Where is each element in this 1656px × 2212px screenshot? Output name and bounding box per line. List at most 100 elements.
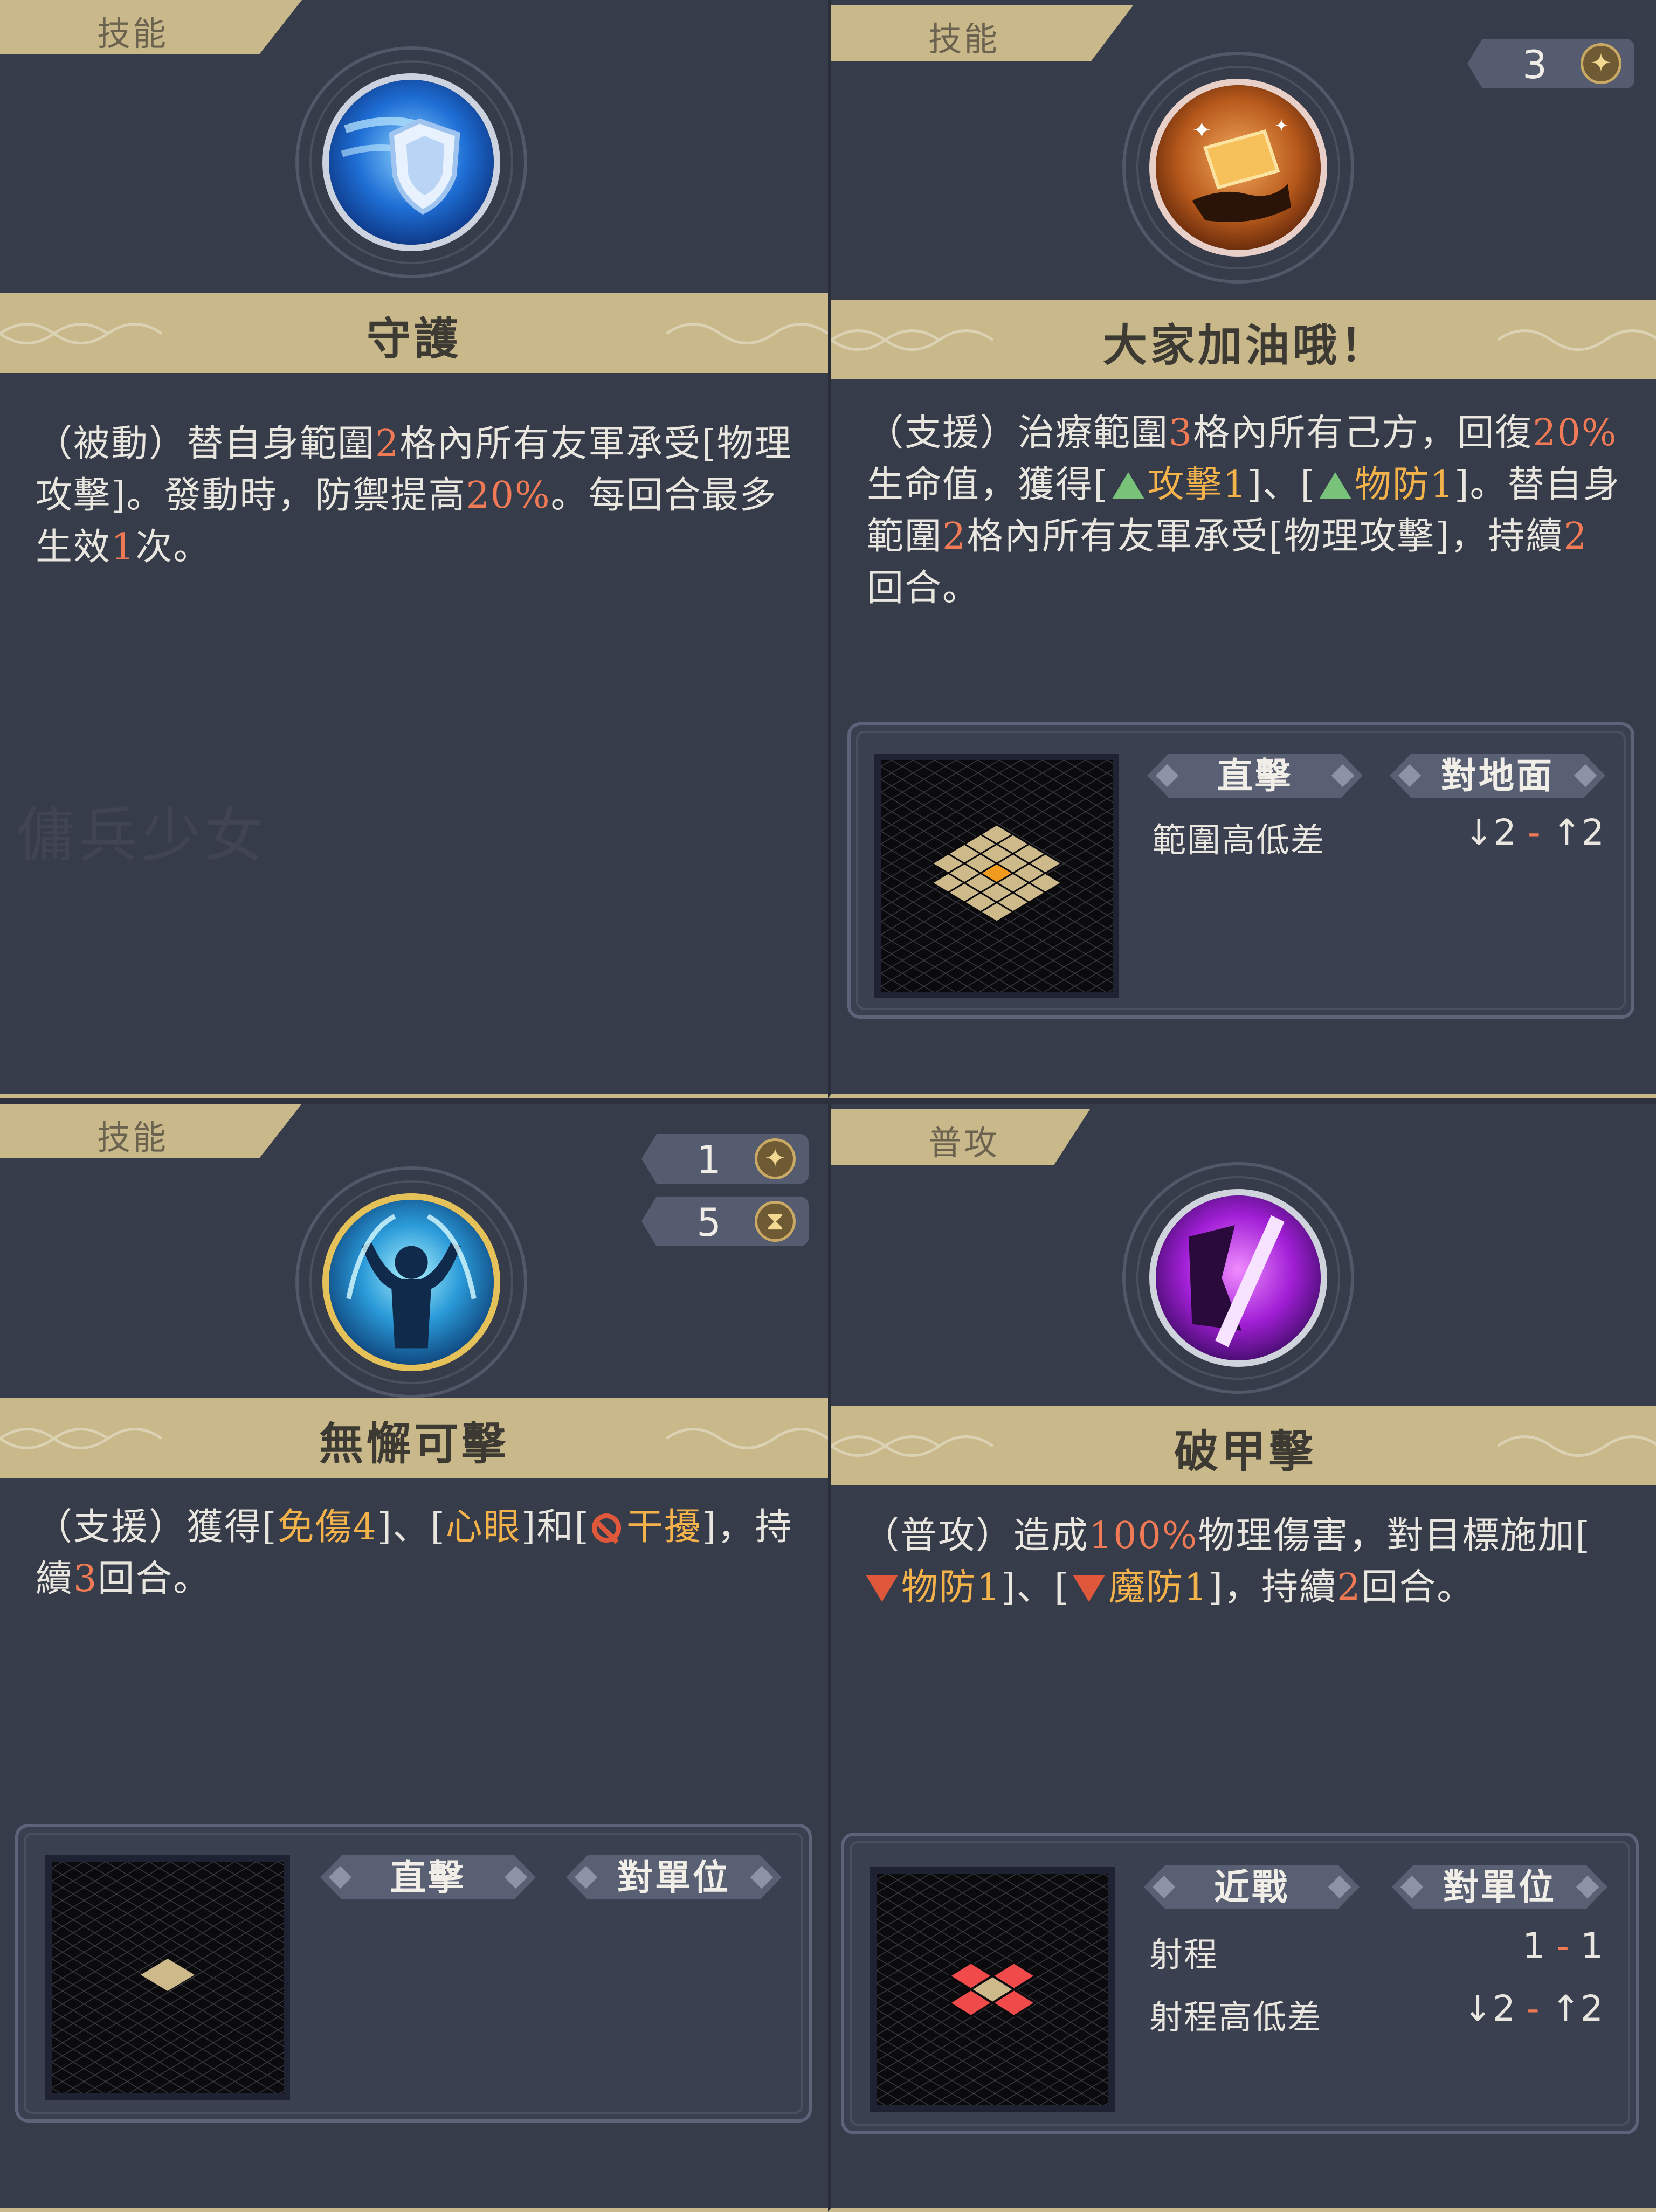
desc-text: （被動）替自身範圍 — [36, 423, 376, 465]
stat-dash: - — [1516, 812, 1552, 853]
slash-purple-icon — [1149, 1189, 1327, 1367]
skill-description: （普攻）造成100%物理傷害，對目標施加[ 物防1]、[ 魔防1]，持續2回合。 — [862, 1510, 1629, 1614]
tab-label: 普攻 — [928, 1123, 1000, 1163]
desc-number: 2 — [1563, 515, 1588, 558]
range-panel: 直擊 對單位 — [15, 1824, 812, 2123]
desc-text: 生命值，獲得[ — [867, 464, 1109, 506]
icon-ring — [1122, 1162, 1354, 1394]
stat-high: 1 — [1581, 1925, 1603, 1967]
skill-card-guard[interactable]: 傭兵少女 技能 守護 （被動）替自身範圍2格內所有友軍承受[物理攻擊]。發動時，… — [0, 0, 828, 1098]
desc-text: 次。 — [135, 526, 211, 569]
stat-low: 1 — [1522, 1925, 1545, 1967]
ornament-icon — [1498, 329, 1656, 351]
skill-card-cheer[interactable]: 技能 3 ✦ ✦ ✦ 大家加油哦！ （支援）治療範圍3格內所有己方，回復20%生… — [828, 0, 1656, 1098]
attack-type-tag: 直擊 — [1147, 754, 1363, 798]
desc-text: （普攻）造成 — [862, 1515, 1089, 1557]
icon-ring — [295, 46, 527, 278]
attack-type-tag: 直擊 — [320, 1855, 536, 1899]
desc-keyword: 免傷4 — [277, 1506, 377, 1549]
skill-grid: 傭兵少女 技能 守護 （被動）替自身範圍2格內所有友軍承受[物理攻擊]。發動時，… — [0, 0, 1656, 2212]
desc-number: 20% — [466, 474, 551, 517]
range-grid-map — [870, 1867, 1115, 2112]
stat-value: 1 - 1 — [1522, 1925, 1603, 1967]
ornament-icon — [1498, 1435, 1656, 1457]
stat-dash: - — [1515, 1988, 1551, 2029]
target-type-tag: 對單位 — [1392, 1865, 1607, 1909]
card-tab: 技能 — [0, 0, 302, 54]
ornament-icon — [666, 323, 828, 344]
name-banner: 守護 — [0, 293, 828, 373]
desc-text: （支援）獲得[ — [36, 1506, 278, 1549]
skill-card-invulnerable[interactable]: 技能 1 ✦ 5 ⧗ 無懈可擊 （支援）獲得[免傷4]、[心眼]和[干擾]，持… — [0, 1104, 828, 2212]
stat-low: ↓2 — [1462, 1988, 1515, 2029]
debuff-down-icon — [1073, 1575, 1106, 1602]
range-panel: 直擊 對地面 範圍高低差 ↓2 - ↑2 — [847, 722, 1634, 1019]
desc-text: 格內所有己方，回復 — [1193, 412, 1533, 454]
target-type-tag: 對地面 — [1390, 754, 1605, 798]
skill-description: （支援）治療範圍3格內所有己方，回復20%生命值，獲得[攻擊1]、[物防1]。替… — [867, 407, 1625, 614]
desc-text: （支援）治療範圍 — [867, 412, 1169, 454]
desc-text: 物理傷害，對目標施加[ — [1198, 1515, 1591, 1557]
range-grid-map — [45, 1855, 290, 2100]
cost-value: 3 — [1522, 42, 1547, 87]
card-tab: 普攻 — [831, 1109, 1090, 1165]
prohibit-icon — [591, 1513, 621, 1543]
svg-text:✦: ✦ — [1192, 117, 1211, 144]
desc-keyword: 攻擊1 — [1147, 464, 1247, 506]
stat-high: ↑2 — [1550, 1988, 1603, 2029]
watermark-text: 傭兵少女 — [16, 801, 266, 870]
tab-label: 技能 — [928, 19, 1000, 59]
cost-value: 1 — [696, 1137, 721, 1183]
desc-number: 2 — [942, 515, 967, 558]
desc-number: 2 — [375, 423, 400, 465]
desc-text: ]，持續 — [1208, 1566, 1337, 1609]
desc-text: 回合。 — [1361, 1566, 1475, 1609]
skill-description: （支援）獲得[免傷4]、[心眼]和[干擾]，持續3回合。 — [36, 1502, 796, 1605]
name-banner: 破甲擊 — [831, 1406, 1656, 1485]
skill-description: （被動）替自身範圍2格內所有友軍承受[物理攻擊]。發動時，防禦提高20%。每回合… — [36, 418, 796, 573]
desc-text: ]和[ — [521, 1506, 590, 1549]
name-banner: 大家加油哦！ — [831, 300, 1656, 379]
cost-badge: 3 ✦ — [1467, 39, 1634, 88]
cooldown-value: 5 — [696, 1200, 721, 1245]
stat-low: ↓2 — [1464, 812, 1516, 853]
desc-keyword: 魔防1 — [1108, 1566, 1209, 1609]
buff-up-icon — [1319, 472, 1351, 499]
skill-card-armor-break[interactable]: 普攻 破甲擊 （普攻）造成100%物理傷害，對目標施加[ 物防1]、[ 魔防1]，持… — [828, 1104, 1656, 2212]
desc-text: ]、[ — [377, 1506, 446, 1549]
svg-text:✦: ✦ — [1274, 117, 1288, 136]
attack-type-tag: 近戰 — [1144, 1865, 1360, 1909]
stat-label: 射程 — [1149, 1935, 1219, 1974]
desc-keyword: 物防1 — [901, 1566, 1002, 1609]
desc-number: 1 — [111, 526, 136, 569]
stat-label: 射程高低差 — [1149, 1997, 1322, 2037]
desc-number: 3 — [73, 1558, 98, 1600]
desc-number: 20% — [1533, 412, 1618, 454]
icon-ring — [295, 1166, 527, 1398]
desc-text: ]、[ — [1001, 1566, 1070, 1609]
body-aura-icon — [322, 1193, 500, 1371]
star-icon: ✦ — [1581, 43, 1622, 84]
ornament-icon — [666, 1428, 828, 1449]
desc-number: 100% — [1089, 1515, 1198, 1557]
tab-label: 技能 — [97, 1118, 169, 1157]
desc-keyword: 心眼 — [445, 1506, 521, 1549]
name-banner: 無懈可擊 — [0, 1398, 828, 1478]
hand-gold-icon: ✦ ✦ — [1149, 79, 1327, 257]
target-type-tag: 對單位 — [566, 1855, 782, 1899]
desc-keyword: 干擾 — [626, 1506, 702, 1549]
desc-number: 2 — [1337, 1566, 1362, 1609]
card-tab: 技能 — [0, 1104, 302, 1158]
hourglass-icon: ⧗ — [755, 1201, 796, 1242]
desc-keyword: 物防1 — [1354, 464, 1455, 506]
stat-dash: - — [1545, 1925, 1581, 1967]
desc-text: 回合。 — [867, 567, 981, 610]
stat-value: ↓2 - ↑2 — [1464, 812, 1604, 853]
tab-label: 技能 — [97, 14, 169, 53]
stat-value: ↓2 - ↑2 — [1463, 1988, 1603, 2029]
shield-icon — [322, 73, 500, 251]
desc-number: 3 — [1169, 412, 1193, 454]
buff-up-icon — [1112, 472, 1144, 499]
desc-text: 格內所有友軍承受[物理攻擊]，持續 — [967, 515, 1564, 558]
debuff-down-icon — [866, 1575, 898, 1602]
